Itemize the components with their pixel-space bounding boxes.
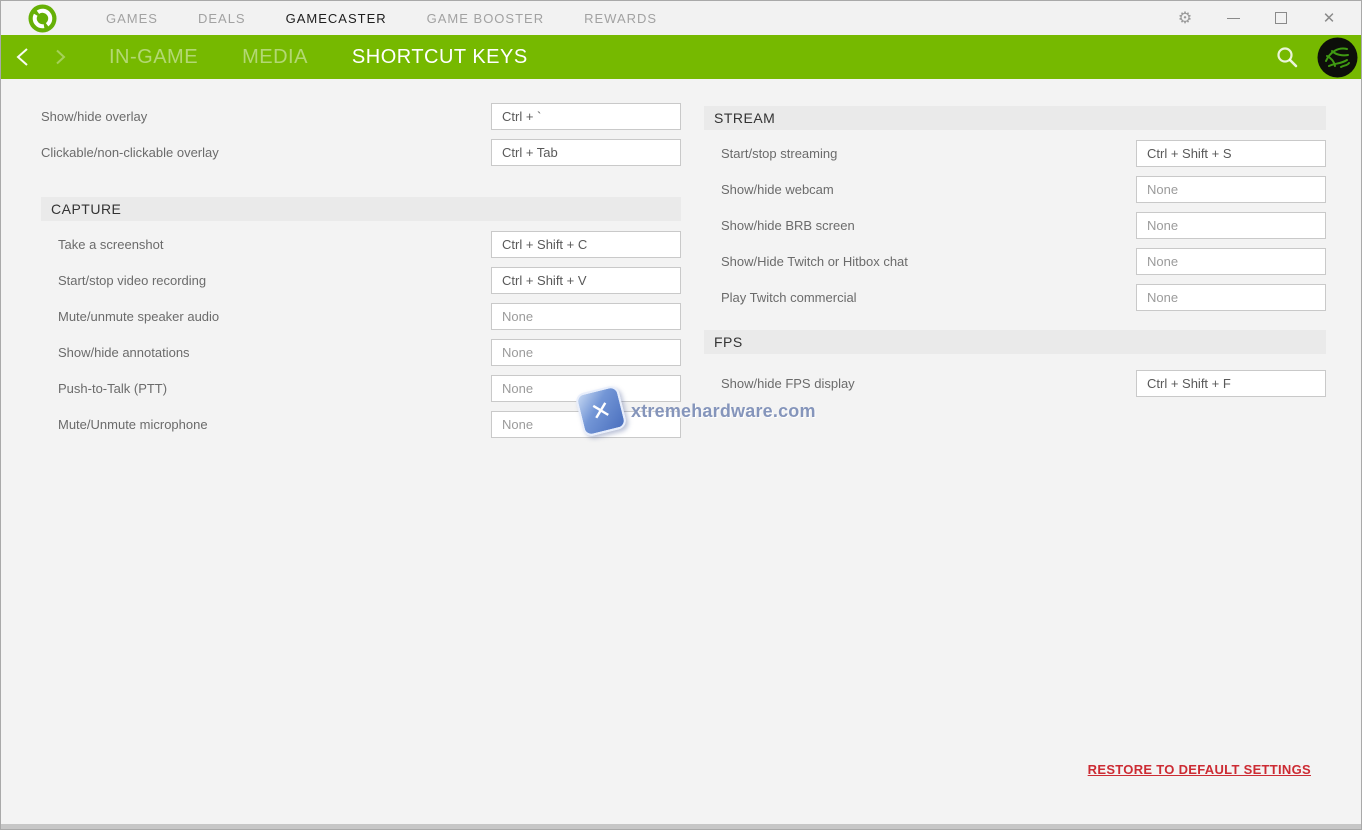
- top-bar: GAMES DEALS GAMECASTER GAME BOOSTER REWA…: [1, 1, 1361, 35]
- hotkey-row: Push-to-Talk (PTT) None: [41, 375, 681, 402]
- hotkey-row: Show/hide overlay Ctrl + `: [41, 103, 681, 130]
- shortcut-keys-page: Show/hide overlay Ctrl + ` Clickable/non…: [1, 79, 1361, 824]
- hotkey-label: Show/hide overlay: [41, 109, 147, 124]
- hotkey-input-webcam[interactable]: None: [1136, 176, 1326, 203]
- tab-game-booster[interactable]: GAME BOOSTER: [427, 11, 544, 26]
- minimize-icon: [1227, 18, 1240, 19]
- section-header-fps: FPS: [704, 330, 1326, 354]
- restore-defaults-link[interactable]: RESTORE TO DEFAULT SETTINGS: [1088, 762, 1311, 777]
- hotkey-input-streaming[interactable]: Ctrl + Shift + S: [1136, 140, 1326, 167]
- close-icon: ✕: [1323, 9, 1336, 27]
- hotkey-label: Show/hide webcam: [704, 182, 834, 197]
- search-icon[interactable]: [1275, 45, 1299, 69]
- hotkey-label: Play Twitch commercial: [704, 290, 857, 305]
- hotkey-row: Show/hide FPS display Ctrl + Shift + F: [704, 370, 1326, 397]
- tab-media[interactable]: MEDIA: [242, 46, 308, 69]
- hotkey-row: Mute/Unmute microphone None: [41, 411, 681, 438]
- hotkey-label: Mute/unmute speaker audio: [41, 309, 219, 324]
- hotkey-input-annotations[interactable]: None: [491, 339, 681, 366]
- hotkey-input-brb-screen[interactable]: None: [1136, 212, 1326, 239]
- maximize-icon: [1275, 12, 1287, 24]
- hotkey-row: Mute/unmute speaker audio None: [41, 303, 681, 330]
- hotkey-input-take-screenshot[interactable]: Ctrl + Shift + C: [491, 231, 681, 258]
- gamecaster-avatar[interactable]: [1317, 37, 1358, 78]
- hotkey-input-twitch-chat[interactable]: None: [1136, 248, 1326, 275]
- gamecaster-nav-bar: IN-GAME MEDIA SHORTCUT KEYS: [1, 35, 1361, 79]
- tab-gamecaster[interactable]: GAMECASTER: [286, 11, 387, 26]
- chevron-left-icon[interactable]: [14, 47, 32, 67]
- hotkey-input-clickable-overlay[interactable]: Ctrl + Tab: [491, 139, 681, 166]
- hotkey-row: Show/Hide Twitch or Hitbox chat None: [704, 248, 1326, 275]
- hotkey-label: Start/stop streaming: [704, 146, 837, 161]
- chevron-right-icon: [52, 47, 70, 67]
- hotkey-label: Push-to-Talk (PTT): [41, 381, 167, 396]
- hotkey-label: Show/hide BRB screen: [704, 218, 855, 233]
- close-button[interactable]: ✕: [1305, 1, 1353, 35]
- hotkey-input-mute-microphone[interactable]: None: [491, 411, 681, 438]
- hotkey-input-ptt[interactable]: None: [491, 375, 681, 402]
- hotkey-row: Start/stop streaming Ctrl + Shift + S: [704, 140, 1326, 167]
- hotkey-input-video-recording[interactable]: Ctrl + Shift + V: [491, 267, 681, 294]
- hotkey-row: Start/stop video recording Ctrl + Shift …: [41, 267, 681, 294]
- hotkey-label: Show/hide FPS display: [704, 376, 855, 391]
- top-tab-strip: GAMES DEALS GAMECASTER GAME BOOSTER REWA…: [106, 11, 657, 26]
- maximize-button[interactable]: [1257, 1, 1305, 35]
- tab-rewards[interactable]: REWARDS: [584, 11, 657, 26]
- hotkey-label: Show/hide annotations: [41, 345, 190, 360]
- hotkey-input-twitch-commercial[interactable]: None: [1136, 284, 1326, 311]
- hotkey-row: Clickable/non-clickable overlay Ctrl + T…: [41, 139, 681, 166]
- hotkey-input-mute-speaker[interactable]: None: [491, 303, 681, 330]
- hotkey-label: Mute/Unmute microphone: [41, 417, 208, 432]
- section-header-capture: CAPTURE: [41, 197, 681, 221]
- hotkey-row: Take a screenshot Ctrl + Shift + C: [41, 231, 681, 258]
- tab-in-game[interactable]: IN-GAME: [109, 46, 198, 69]
- hotkey-label: Show/Hide Twitch or Hitbox chat: [704, 254, 908, 269]
- hotkey-label: Take a screenshot: [41, 237, 164, 252]
- tab-games[interactable]: GAMES: [106, 11, 158, 26]
- gear-icon: ⚙: [1178, 10, 1192, 26]
- razer-cortex-logo: [28, 4, 57, 33]
- window-controls: ⚙ ✕: [1161, 1, 1353, 35]
- hotkey-label: Clickable/non-clickable overlay: [41, 145, 219, 160]
- tab-deals[interactable]: DEALS: [198, 11, 246, 26]
- tab-shortcut-keys[interactable]: SHORTCUT KEYS: [352, 46, 528, 69]
- hotkey-input-show-hide-overlay[interactable]: Ctrl + `: [491, 103, 681, 130]
- app-window: GAMES DEALS GAMECASTER GAME BOOSTER REWA…: [0, 0, 1362, 830]
- minimize-button[interactable]: [1209, 1, 1257, 35]
- section-header-stream: STREAM: [704, 106, 1326, 130]
- settings-button[interactable]: ⚙: [1161, 1, 1209, 35]
- hotkey-input-fps-display[interactable]: Ctrl + Shift + F: [1136, 370, 1326, 397]
- sub-tab-strip: IN-GAME MEDIA SHORTCUT KEYS: [109, 46, 528, 69]
- hotkey-row: Show/hide BRB screen None: [704, 212, 1326, 239]
- hotkey-row: Play Twitch commercial None: [704, 284, 1326, 311]
- hotkey-row: Show/hide webcam None: [704, 176, 1326, 203]
- window-bottom-edge: [1, 824, 1361, 829]
- hotkey-label: Start/stop video recording: [41, 273, 206, 288]
- hotkey-row: Show/hide annotations None: [41, 339, 681, 366]
